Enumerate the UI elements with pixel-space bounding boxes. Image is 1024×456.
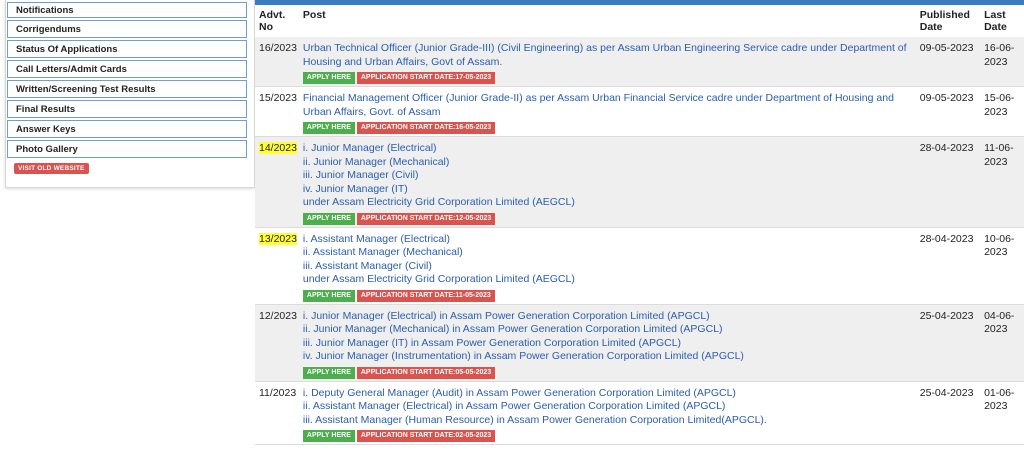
post-link[interactable]: i. Junior Manager (Electrical)	[303, 142, 912, 156]
advt-no-cell: 11/2023	[255, 381, 299, 445]
post-link[interactable]: Financial Management Officer (Junior Gra…	[303, 92, 912, 119]
header-published-line2: Date	[919, 21, 943, 33]
advt-no: 13/2023	[259, 232, 297, 245]
header-published-date: Published Date	[915, 5, 981, 37]
post-link[interactable]: iii. Assistant Manager (Human Resource) …	[303, 414, 912, 428]
advt-no-cell: 16/2023	[255, 37, 299, 87]
published-date: 28-04-2023	[915, 227, 981, 305]
header-last-line2: Date	[984, 21, 1007, 33]
application-start-date-badge: APPLICATION START DATE:16-05-2023	[356, 122, 496, 134]
table-row: 11/2023 i. Deputy General Manager (Audit)…	[255, 381, 1024, 445]
application-start-date-badge: APPLICATION START DATE:02-05-2023	[356, 430, 496, 442]
post-cell: Financial Management Officer (Junior Gra…	[298, 86, 916, 137]
post-link[interactable]: iv. Junior Manager (Instrumentation) in …	[303, 350, 912, 364]
table-row: 16/2023 Urban Technical Officer (Junior G…	[255, 37, 1024, 87]
advt-no: 11/2023	[259, 386, 297, 399]
header-published-line1: Published	[919, 9, 970, 21]
sidebar-item-test-results[interactable]: Written/Screening Test Results	[7, 80, 247, 98]
apply-here-button[interactable]: APPLY HERE	[302, 72, 355, 84]
post-cell: Urban Technical Officer (Junior Grade-II…	[298, 37, 916, 87]
post-cell: i. Assistant Manager (Electrical) ii. Ass…	[298, 227, 916, 305]
post-cell: i. Deputy General Manager (Audit) in Ass…	[298, 381, 916, 445]
published-date: 28-04-2023	[915, 136, 981, 228]
row-actions: APPLY HERE APPLICATION START DATE:12-05-2…	[302, 211, 912, 225]
sidebar-item-call-letters[interactable]: Call Letters/Admit Cards	[7, 60, 247, 78]
post-link[interactable]: i. Junior Manager (Electrical) in Assam …	[303, 310, 912, 324]
sidebar-item-photo-gallery[interactable]: Photo Gallery	[7, 140, 247, 158]
table-row: 13/2023 i. Assistant Manager (Electrical)…	[255, 227, 1024, 305]
table-header-row: Advt. No Post Published Date Last Date	[255, 5, 1024, 37]
apply-here-button[interactable]: APPLY HERE	[302, 212, 355, 225]
table-row: 12/2023 i. Junior Manager (Electrical) in…	[255, 304, 1024, 382]
application-start-date-badge: APPLICATION START DATE:11-05-2023	[356, 289, 495, 302]
last-date: 04-06-2023	[980, 304, 1024, 382]
post-link[interactable]: iii. Junior Manager (Civil)	[303, 169, 912, 183]
published-date: 09-05-2023	[915, 86, 981, 137]
header-advt-line2: No	[259, 21, 273, 33]
application-start-date-badge: APPLICATION START DATE:17-05-2023	[356, 72, 496, 84]
apply-here-button[interactable]: APPLY HERE	[302, 289, 355, 302]
table-row: 15/2023 Financial Management Officer (Jun…	[255, 86, 1024, 137]
post-link[interactable]: i. Assistant Manager (Electrical)	[303, 233, 912, 247]
advt-no-cell: 13/2023	[255, 227, 299, 305]
apply-here-button[interactable]: APPLY HERE	[302, 122, 355, 134]
sidebar-item-final-results[interactable]: Final Results	[7, 100, 247, 118]
header-last-date: Last Date	[980, 5, 1024, 37]
last-date: 16-06-2023	[980, 37, 1024, 87]
sidebar: Notifications Corrigendums Status Of App…	[5, 0, 255, 188]
header-post: Post	[298, 5, 916, 37]
advt-no: 15/2023	[259, 92, 297, 104]
advertisement-table-container: Advt. No Post Published Date Last Date 16/2…	[255, 0, 1024, 456]
post-cell: i. Junior Manager (Electrical) ii. Junior…	[298, 136, 916, 228]
advt-no-cell: 15/2023	[255, 86, 299, 137]
sidebar-item-answer-keys[interactable]: Answer Keys	[7, 120, 247, 138]
post-link[interactable]: iv. Junior Manager (IT)	[303, 183, 912, 197]
header-last-line1: Last	[984, 9, 1006, 21]
last-date: 15-06-2023	[980, 86, 1024, 137]
visit-old-website-button[interactable]: VISIT OLD WEBSITE	[14, 163, 89, 174]
advt-no: 16/2023	[259, 42, 297, 54]
advertisement-table: Advt. No Post Published Date Last Date 16/2…	[255, 5, 1024, 445]
row-actions: APPLY HERE APPLICATION START DATE:05-05-2…	[302, 365, 912, 379]
row-actions: APPLY HERE APPLICATION START DATE:16-05-2…	[302, 120, 912, 134]
post-link[interactable]: ii. Junior Manager (Mechanical) in Assam…	[303, 323, 912, 337]
advt-no: 14/2023	[259, 142, 297, 154]
row-actions: APPLY HERE APPLICATION START DATE:17-05-2…	[302, 70, 912, 84]
last-date: 10-06-2023	[980, 227, 1024, 305]
header-advt-no: Advt. No	[255, 5, 299, 37]
post-link[interactable]: ii. Junior Manager (Mechanical)	[303, 156, 912, 170]
sidebar-item-status-of-applications[interactable]: Status Of Applications	[7, 40, 247, 58]
table-row: 14/2023 i. Junior Manager (Electrical) ii.…	[255, 136, 1024, 228]
post-link[interactable]: iii. Assistant Manager (Civil)	[303, 260, 912, 274]
post-link[interactable]: iii. Junior Manager (IT) in Assam Power …	[303, 337, 912, 351]
post-link[interactable]: i. Deputy General Manager (Audit) in Ass…	[303, 387, 912, 401]
post-cell: i. Junior Manager (Electrical) in Assam …	[298, 304, 916, 382]
post-link[interactable]: Urban Technical Officer (Junior Grade-II…	[303, 42, 912, 69]
post-link[interactable]: under Assam Electricity Grid Corporation…	[303, 196, 912, 210]
apply-here-button[interactable]: APPLY HERE	[302, 430, 355, 442]
advt-no: 12/2023	[259, 309, 297, 322]
published-date: 09-05-2023	[915, 37, 981, 87]
published-date: 25-04-2023	[915, 381, 981, 445]
post-link[interactable]: ii. Assistant Manager (Mechanical)	[303, 246, 912, 260]
row-actions: APPLY HERE APPLICATION START DATE:11-05-2…	[302, 288, 912, 302]
advt-no-cell: 12/2023	[255, 304, 299, 382]
published-date: 25-04-2023	[915, 304, 981, 382]
sidebar-item-notifications[interactable]: Notifications	[7, 2, 247, 18]
application-start-date-badge: APPLICATION START DATE:12-05-2023	[356, 212, 496, 225]
post-link[interactable]: ii. Assistant Manager (Electrical) in As…	[303, 400, 912, 414]
application-start-date-badge: APPLICATION START DATE:05-05-2023	[356, 366, 496, 379]
header-advt-line1: Advt.	[259, 9, 286, 21]
sidebar-item-corrigendums[interactable]: Corrigendums	[7, 20, 247, 38]
post-link[interactable]: under Assam Electricity Grid Corporation…	[303, 273, 912, 287]
advt-no-cell: 14/2023	[255, 136, 299, 228]
last-date: 11-06-2023	[980, 136, 1024, 228]
header-post-label: Post	[302, 9, 326, 21]
apply-here-button[interactable]: APPLY HERE	[302, 366, 355, 379]
last-date: 01-06-2023	[980, 381, 1024, 445]
row-actions: APPLY HERE APPLICATION START DATE:02-05-2…	[302, 428, 912, 442]
